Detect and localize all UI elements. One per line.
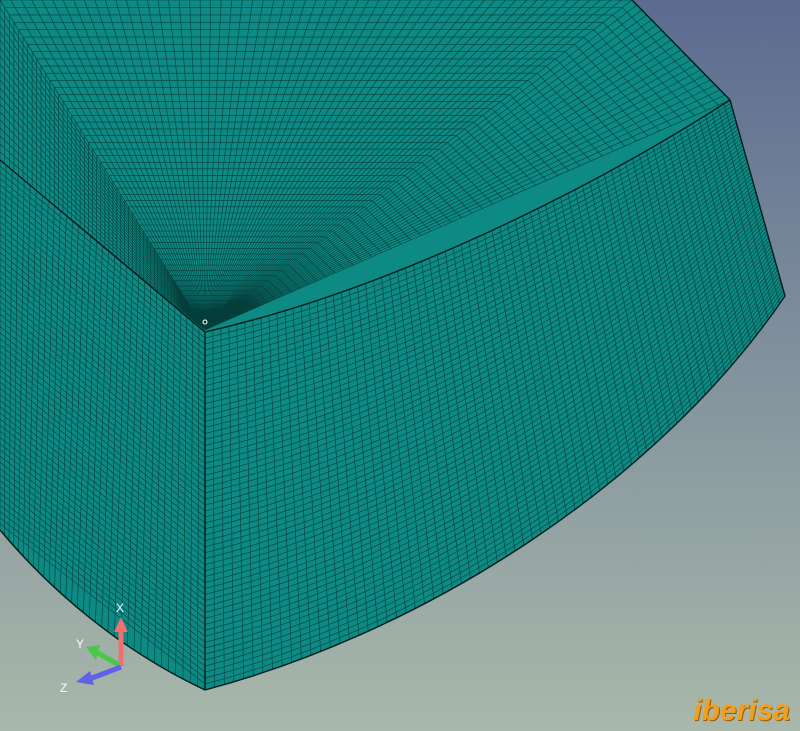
iberisa-logo: iberisa [693,694,790,727]
x-axis-label: X [116,601,124,615]
3d-viewport[interactable]: X Y Z [0,0,800,731]
y-axis-label: Y [76,637,84,651]
z-axis-label: Z [60,681,67,695]
